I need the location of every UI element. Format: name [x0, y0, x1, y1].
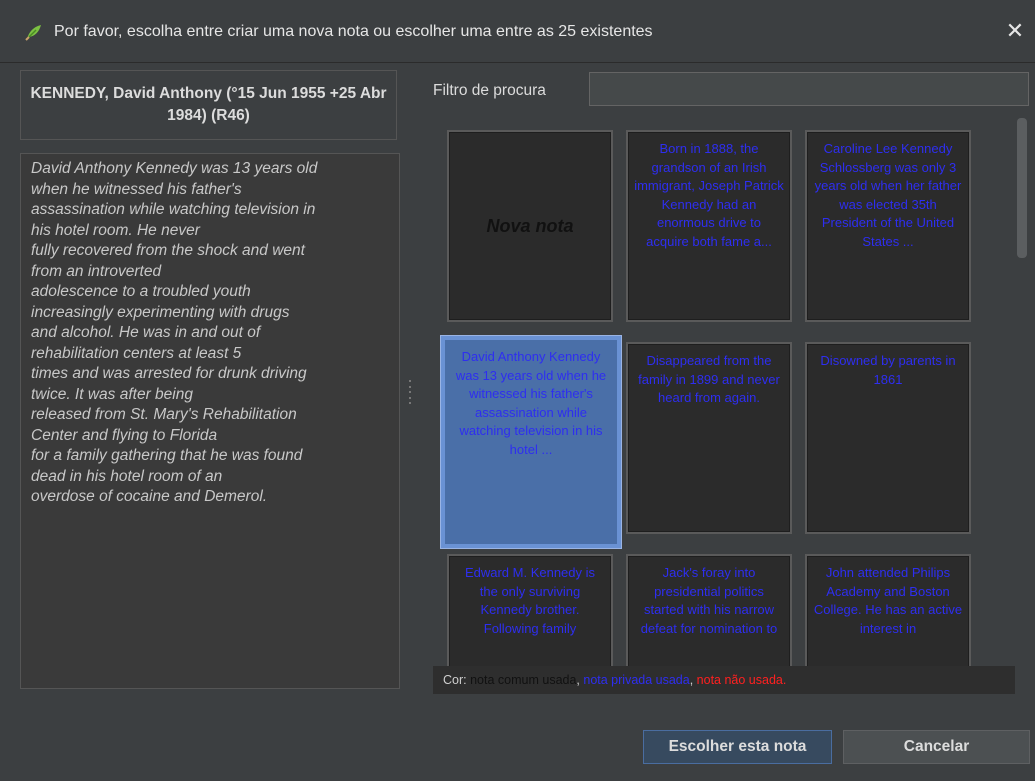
scrollbar-thumb[interactable]	[1017, 118, 1027, 258]
close-icon[interactable]: ✕	[1001, 17, 1029, 45]
note-card-selected[interactable]: David Anthony Kennedy was 13 years old w…	[441, 336, 621, 548]
legend-common: nota comum usada	[470, 673, 577, 687]
split-pane-divider[interactable]	[409, 380, 413, 404]
color-legend: Cor: nota comum usada, nota privada usad…	[433, 666, 1015, 694]
person-header-label: KENNEDY, David Anthony (°15 Jun 1955 +25…	[30, 85, 387, 124]
title-bar: Por favor, escolha entre criar uma nova …	[0, 0, 1035, 63]
grid-scrollbar[interactable]	[1015, 118, 1029, 666]
legend-private: nota privada usada	[583, 673, 690, 687]
window-title: Por favor, escolha entre criar uma nova …	[54, 23, 653, 40]
note-card[interactable]: Jack's foray into presidential politics …	[626, 554, 792, 666]
cancel-button[interactable]: Cancelar	[843, 730, 1030, 764]
choose-note-button[interactable]: Escolher esta nota	[643, 730, 832, 764]
note-card[interactable]: Caroline Lee Kennedy Schlossberg was onl…	[805, 130, 971, 322]
note-card[interactable]: Disappeared from the family in 1899 and …	[626, 342, 792, 534]
note-card[interactable]: John attended Philips Academy and Boston…	[805, 554, 971, 666]
new-note-label: Nova nota	[486, 215, 574, 236]
person-header: KENNEDY, David Anthony (°15 Jun 1955 +25…	[20, 70, 397, 140]
notes-grid: Nova nota Born in 1888, the grandson of …	[433, 118, 1031, 666]
leaf-icon	[25, 25, 41, 41]
note-preview-text: David Anthony Kennedy was 13 years old w…	[31, 160, 318, 505]
note-card[interactable]: Disowned by parents in 1861	[805, 342, 971, 534]
note-card[interactable]: Born in 1888, the grandson of an Irish i…	[626, 130, 792, 322]
new-note-card[interactable]: Nova nota	[447, 130, 613, 322]
note-card[interactable]: Edward M. Kennedy is the only surviving …	[447, 554, 613, 666]
filter-label: Filtro de procura	[433, 82, 546, 99]
legend-label: Cor:	[443, 673, 467, 687]
filter-input[interactable]	[589, 72, 1029, 106]
legend-unused: nota não usada	[696, 673, 783, 687]
note-preview: David Anthony Kennedy was 13 years old w…	[20, 153, 400, 689]
